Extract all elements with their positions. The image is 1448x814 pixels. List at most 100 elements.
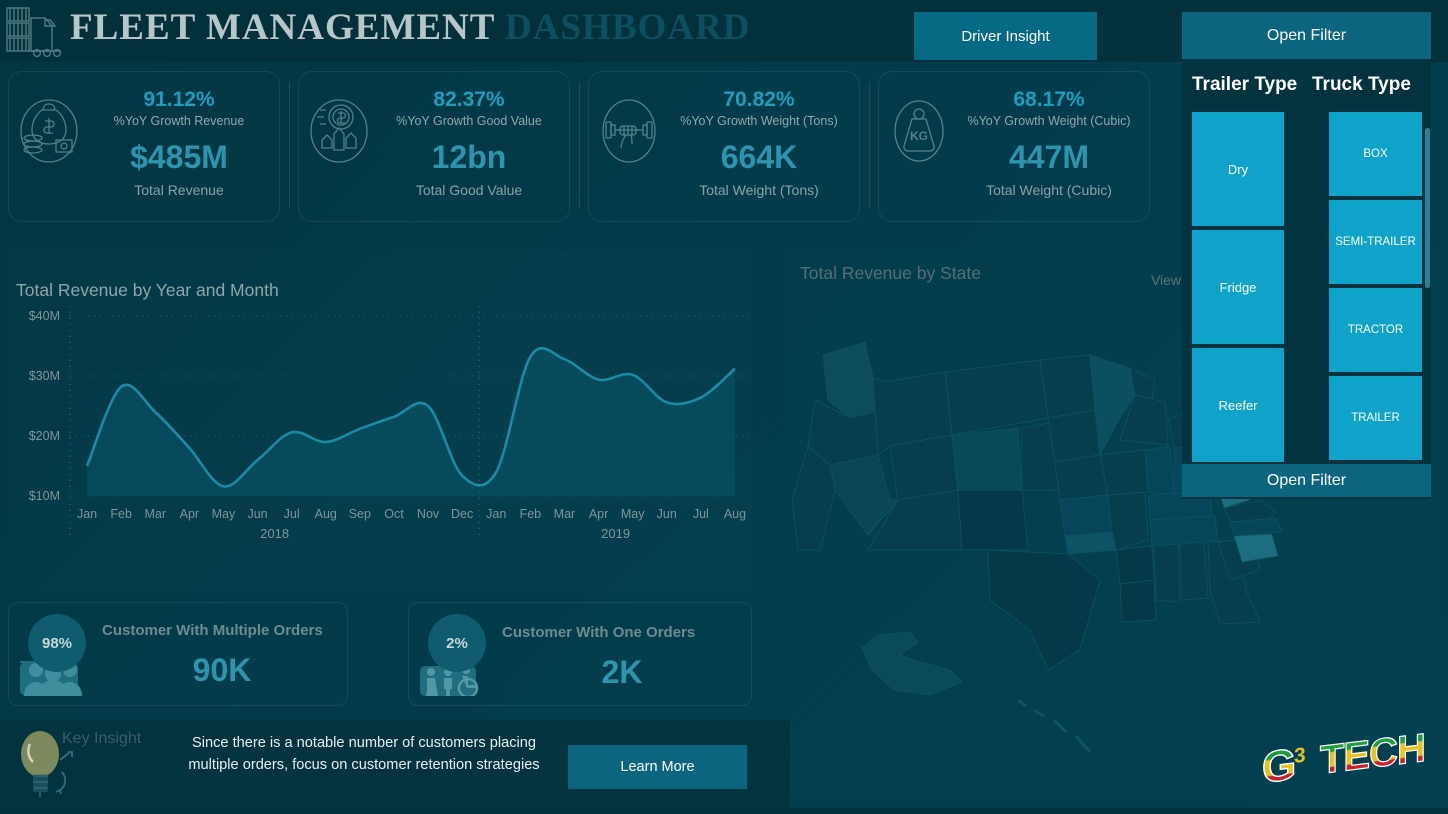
state-arkansas xyxy=(1115,545,1155,585)
svg-text:Apr: Apr xyxy=(180,507,199,521)
card-value: 90K xyxy=(192,652,252,688)
logo-superscript: 3 xyxy=(1294,744,1306,768)
svg-text:Jul: Jul xyxy=(284,507,300,521)
kpi-percent-label: %YoY Growth Good Value xyxy=(396,114,542,128)
svg-text:Feb: Feb xyxy=(110,507,132,521)
kpi-value-label: Total Weight (Tons) xyxy=(699,182,819,198)
driver-insight-button[interactable]: Driver Insight xyxy=(914,12,1097,60)
bottom-bar xyxy=(0,808,1448,814)
state-montana xyxy=(944,359,1049,436)
kpi-value-label: Total Revenue xyxy=(134,182,224,198)
title-primary: FLEET MANAGEMENT xyxy=(70,7,495,48)
svg-text:Apr: Apr xyxy=(589,507,608,521)
filter-tile-trailer-reefer[interactable]: Reefer xyxy=(1191,347,1285,463)
key-insight-label: Key Insight xyxy=(62,730,142,747)
filter-sidebar: Trailer Type Truck Type Dry Fridge Reefe… xyxy=(1182,59,1431,499)
filter-tile-truck-tractor[interactable]: TRACTOR xyxy=(1328,287,1423,373)
dumbbell-icon xyxy=(602,99,656,163)
svg-text:Feb: Feb xyxy=(520,507,542,521)
card-title: Customer With One Orders xyxy=(502,624,696,641)
insight-text: Since there is a notable number of custo… xyxy=(188,735,540,773)
card-body: 68.17% %YoY Growth Weight (Cubic) 447M T… xyxy=(948,88,1150,198)
kpi-value-label: Total Good Value xyxy=(415,182,523,198)
filter-tile-trailer-dry[interactable]: Dry xyxy=(1191,111,1285,227)
state-south-carolina xyxy=(1233,533,1279,563)
card-body: 70.82% %YoY Growth Weight (Tons) 664K To… xyxy=(658,88,860,198)
title-secondary: DASHBOARD xyxy=(505,7,751,48)
kg-weight-icon: KG xyxy=(894,100,944,162)
svg-text:May: May xyxy=(621,507,645,521)
kpi-card-revenue[interactable]: 91.12% %YoY Growth Revenue $485M Total R… xyxy=(0,68,290,228)
card-title: Customer With Multiple Orders xyxy=(102,622,323,639)
state-tennessee xyxy=(1149,515,1219,547)
state-wyoming xyxy=(951,427,1023,491)
logo-tech: TECH xyxy=(1320,725,1425,783)
open-filter-bottom-button[interactable]: Open Filter xyxy=(1182,464,1431,497)
trailer-type-header: Trailer Type xyxy=(1192,74,1298,95)
svg-text:Aug: Aug xyxy=(315,507,337,521)
svg-text:May: May xyxy=(212,507,236,521)
state-nevada xyxy=(829,454,891,536)
kpi-percent-label: %YoY Growth Revenue xyxy=(113,114,245,128)
state-iowa xyxy=(1099,449,1149,496)
svg-text:Mar: Mar xyxy=(144,507,166,521)
customer-card-one-order[interactable]: 2% Customer With One Orders 2K xyxy=(408,602,752,706)
kpi-value: 447M xyxy=(1008,139,1090,175)
truck-type-scrollbar[interactable] xyxy=(1425,128,1430,288)
badge-percent: 2% xyxy=(428,614,486,672)
svg-text:Jun: Jun xyxy=(247,507,267,521)
svg-text:$20M: $20M xyxy=(29,429,60,443)
kpi-card-good-value[interactable]: 82.37% %YoY Growth Good Value 12bn Total… xyxy=(290,68,580,228)
kpi-percent: 82.37% xyxy=(433,88,505,111)
map-title: Total Revenue by State xyxy=(800,263,981,283)
svg-text:Jan: Jan xyxy=(486,507,506,521)
state-missouri xyxy=(1107,491,1149,551)
kpi-value: $485M xyxy=(130,139,228,175)
kpi-percent: 70.82% xyxy=(723,88,795,111)
kpi-value-label: Total Weight (Cubic) xyxy=(986,182,1112,198)
state-utah xyxy=(889,434,959,501)
state-alabama xyxy=(1179,541,1209,601)
logo-g: G xyxy=(1262,740,1296,793)
svg-text:$30M: $30M xyxy=(29,369,60,383)
svg-text:Jun: Jun xyxy=(657,507,677,521)
state-hawaii xyxy=(1017,698,1092,753)
state-texas xyxy=(987,549,1101,671)
truck-icon xyxy=(6,7,62,58)
kpi-percent-label: %YoY Growth Weight (Tons) xyxy=(680,114,838,128)
kpi-card-weight-cubic[interactable]: KG 68.17% %YoY Growth Weight (Cubic) 447… xyxy=(870,68,1160,228)
truck-type-header: Truck Type xyxy=(1312,74,1411,95)
filter-tile-truck-box[interactable]: BOX xyxy=(1328,111,1423,197)
svg-text:$40M: $40M xyxy=(29,309,60,323)
svg-text:Nov: Nov xyxy=(417,507,440,521)
learn-more-button[interactable]: Learn More xyxy=(568,745,747,789)
open-filter-top-button[interactable]: Open Filter xyxy=(1182,12,1431,59)
page-title: FLEET MANAGEMENT DASHBOARD xyxy=(70,6,750,49)
svg-text:2019: 2019 xyxy=(601,526,630,541)
svg-text:Jan: Jan xyxy=(77,507,97,521)
state-new-mexico xyxy=(957,489,1029,551)
card-value: 2K xyxy=(601,654,643,690)
money-bag-icon xyxy=(20,99,78,163)
svg-text:Jul: Jul xyxy=(693,507,709,521)
filter-tile-truck-semi-trailer[interactable]: SEMI-TRAILER xyxy=(1328,199,1423,285)
state-kansas xyxy=(1059,494,1113,537)
card-body: 91.12% %YoY Growth Revenue $485M Total R… xyxy=(78,88,280,198)
state-nebraska xyxy=(1054,454,1109,501)
state-north-dakota xyxy=(1039,354,1096,419)
dashboard-root: FLEET MANAGEMENT DASHBOARD Driver Insigh… xyxy=(0,0,1448,814)
svg-text:Mar: Mar xyxy=(554,507,576,521)
kpi-card-weight-tons[interactable]: 70.82% %YoY Growth Weight (Tons) 664K To… xyxy=(580,68,870,228)
svg-text:$10M: $10M xyxy=(29,489,60,503)
svg-text:Aug: Aug xyxy=(724,507,746,521)
state-louisiana xyxy=(1119,579,1157,623)
filter-tile-truck-trailer[interactable]: TRAILER xyxy=(1328,375,1423,461)
state-oklahoma xyxy=(1064,531,1117,555)
state-illinois xyxy=(1144,445,1175,496)
customer-card-multiple-orders[interactable]: 98% Customer With Multiple Orders 90K xyxy=(8,602,348,706)
card-body: 82.37% %YoY Growth Good Value 12bn Total… xyxy=(368,88,570,198)
kpi-value: 12bn xyxy=(431,139,507,175)
revenue-trend-chart[interactable]: Total Revenue by Year and Month $10M $20M… xyxy=(8,250,752,592)
kpi-percent: 91.12% xyxy=(143,88,215,111)
filter-tile-trailer-fridge[interactable]: Fridge xyxy=(1191,229,1285,345)
